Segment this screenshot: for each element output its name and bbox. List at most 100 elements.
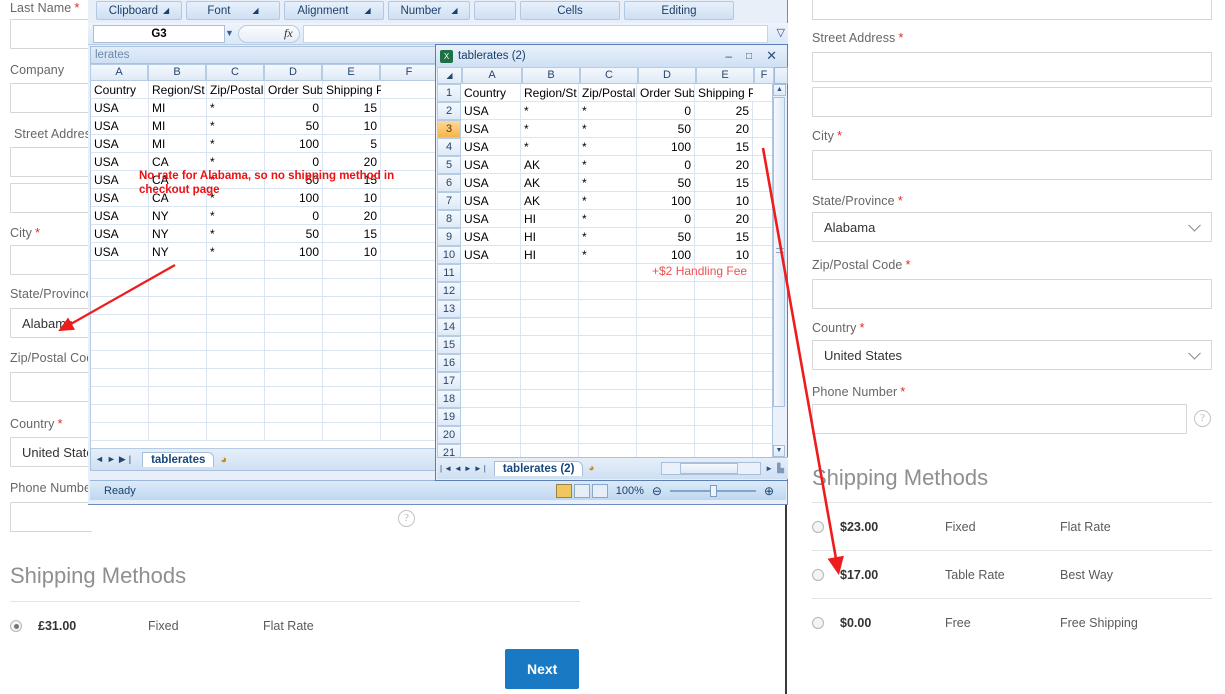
excel2-cell[interactable]: AK xyxy=(521,174,579,192)
excel1-cell[interactable] xyxy=(323,405,381,423)
left-city-input[interactable] xyxy=(10,245,92,275)
excel1-cell[interactable] xyxy=(381,261,439,279)
left-shipping-radio-0[interactable] xyxy=(10,620,22,632)
excel1-cell[interactable] xyxy=(149,315,207,333)
excel2-row-header[interactable]: 19 xyxy=(437,408,461,426)
excel2-cell[interactable] xyxy=(753,156,772,174)
excel1-cell[interactable] xyxy=(149,369,207,387)
excel2-cell[interactable]: 0 xyxy=(637,102,695,120)
excel1-cell[interactable] xyxy=(207,423,265,441)
excel1-cell[interactable]: MI xyxy=(149,99,207,117)
excel1-cell[interactable] xyxy=(381,279,439,297)
excel2-row-header[interactable]: 13 xyxy=(437,300,461,318)
excel1-col-b[interactable]: B xyxy=(148,64,206,81)
excel2-cell[interactable] xyxy=(461,336,521,354)
excel2-cell[interactable] xyxy=(695,354,753,372)
excel1-cell[interactable] xyxy=(91,297,149,315)
excel1-cell[interactable] xyxy=(149,387,207,405)
next-button[interactable]: Next xyxy=(505,649,580,689)
excel1-cell[interactable] xyxy=(381,81,439,99)
excel2-cell[interactable] xyxy=(753,228,772,246)
excel2-cell[interactable]: 50 xyxy=(637,120,695,138)
excel2-vscrollbar[interactable]: ▲ ▼ xyxy=(772,84,786,457)
excel1-col-e[interactable]: E xyxy=(322,64,380,81)
excel2-cell[interactable] xyxy=(753,192,772,210)
excel2-cell[interactable]: HI xyxy=(521,246,579,264)
sheet-nav-icons[interactable]: ◄►▶| xyxy=(95,454,134,465)
excel2-cell[interactable] xyxy=(637,300,695,318)
excel2-cell[interactable] xyxy=(461,426,521,444)
excel2-cell[interactable]: 20 xyxy=(695,120,753,138)
formula-input[interactable] xyxy=(303,25,768,43)
excel1-cell[interactable] xyxy=(265,351,323,369)
excel2-row-header[interactable]: 8 xyxy=(437,210,461,228)
ribbon-group-cells[interactable]: Cells xyxy=(520,1,620,20)
excel2-cell[interactable] xyxy=(753,102,772,120)
excel2-cell[interactable] xyxy=(753,426,772,444)
close-icon[interactable]: ✕ xyxy=(766,48,777,64)
excel1-col-f[interactable]: F xyxy=(380,64,438,81)
excel1-cell[interactable] xyxy=(91,369,149,387)
excel2-cell[interactable] xyxy=(461,354,521,372)
excel2-row-header[interactable]: 14 xyxy=(437,318,461,336)
excel1-cell[interactable]: 100 xyxy=(265,243,323,261)
ribbon-group-clipboard[interactable]: Clipboard ◢ xyxy=(96,1,182,20)
excel1-cell[interactable] xyxy=(265,333,323,351)
excel2-cell[interactable] xyxy=(637,444,695,457)
excel2-row-header[interactable]: 2 xyxy=(437,102,461,120)
resize-grip-icon[interactable]: ▙ xyxy=(777,463,784,474)
right-shipping-radio-1[interactable] xyxy=(812,568,824,581)
excel1-cell[interactable] xyxy=(323,261,381,279)
excel2-row-header[interactable]: 7 xyxy=(437,192,461,210)
excel1-cell[interactable] xyxy=(207,351,265,369)
excel2-row-header[interactable]: 17 xyxy=(437,372,461,390)
excel2-cell[interactable] xyxy=(637,372,695,390)
minimize-icon[interactable]: – xyxy=(725,49,732,63)
excel2-insert-sheet-icon[interactable]: ◕ xyxy=(588,463,594,474)
excel2-cell[interactable]: 100 xyxy=(637,246,695,264)
excel2-cell[interactable] xyxy=(461,372,521,390)
excel2-cell[interactable]: 50 xyxy=(637,174,695,192)
name-box[interactable]: G3 xyxy=(93,25,225,43)
excel2-cell[interactable] xyxy=(637,354,695,372)
excel1-cell[interactable] xyxy=(265,315,323,333)
excel2-cell[interactable] xyxy=(461,444,521,457)
excel1-cell[interactable]: * xyxy=(207,207,265,225)
excel2-cell[interactable]: * xyxy=(579,228,637,246)
excel1-cell[interactable] xyxy=(91,351,149,369)
excel1-cell[interactable] xyxy=(207,279,265,297)
excel2-cell[interactable]: Region/St xyxy=(521,84,579,102)
excel2-cell[interactable]: 100 xyxy=(637,192,695,210)
excel1-cell[interactable]: USA xyxy=(91,207,149,225)
excel1-cell[interactable] xyxy=(91,423,149,441)
excel1-cell[interactable]: * xyxy=(207,243,265,261)
left-street-input-2[interactable] xyxy=(10,183,92,213)
excel1-cell[interactable] xyxy=(91,261,149,279)
excel1-cell[interactable] xyxy=(207,261,265,279)
right-lastname-input[interactable] xyxy=(812,0,1212,20)
excel2-cell[interactable] xyxy=(753,264,772,282)
left-country-select[interactable]: United States xyxy=(10,437,92,467)
excel1-cell[interactable]: * xyxy=(207,99,265,117)
right-zip-input[interactable] xyxy=(812,279,1212,309)
excel2-cell[interactable] xyxy=(521,300,579,318)
excel1-cell[interactable] xyxy=(381,423,439,441)
excel2-cell[interactable]: * xyxy=(521,102,579,120)
excel1-cell[interactable] xyxy=(149,261,207,279)
excel1-cell[interactable]: Order Sub xyxy=(265,81,323,99)
excel2-cell[interactable] xyxy=(637,390,695,408)
excel2-cell[interactable] xyxy=(579,372,637,390)
excel2-cell[interactable] xyxy=(695,390,753,408)
excel2-cell[interactable]: USA xyxy=(461,120,521,138)
right-phone-input[interactable] xyxy=(812,404,1187,434)
right-country-select[interactable]: United States xyxy=(812,340,1212,370)
excel2-row-header[interactable]: 4 xyxy=(437,138,461,156)
excel1-cell[interactable]: NY xyxy=(149,207,207,225)
excel2-cell[interactable] xyxy=(521,444,579,457)
excel1-cell[interactable]: 20 xyxy=(323,207,381,225)
excel1-cell[interactable]: USA xyxy=(91,243,149,261)
excel1-cell[interactable]: 10 xyxy=(323,117,381,135)
excel1-cell[interactable] xyxy=(207,369,265,387)
excel1-cell[interactable] xyxy=(149,405,207,423)
excel1-cell[interactable] xyxy=(381,405,439,423)
